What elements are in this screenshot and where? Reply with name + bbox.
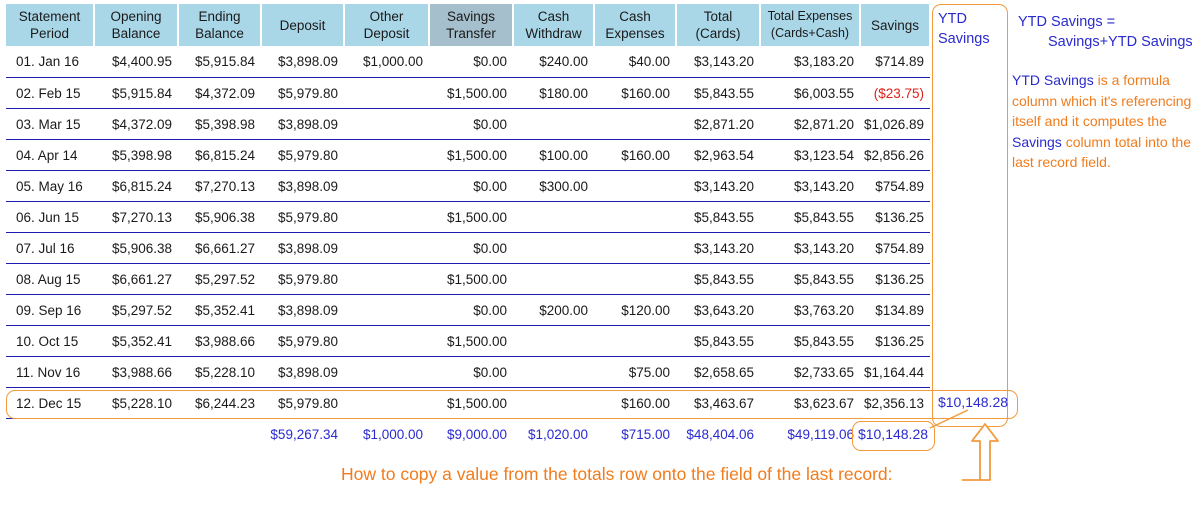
annotation-arrows bbox=[929, 409, 999, 481]
connector-line bbox=[929, 409, 969, 429]
savings-total-highlight bbox=[852, 421, 935, 451]
up-arrow-icon bbox=[971, 423, 999, 481]
